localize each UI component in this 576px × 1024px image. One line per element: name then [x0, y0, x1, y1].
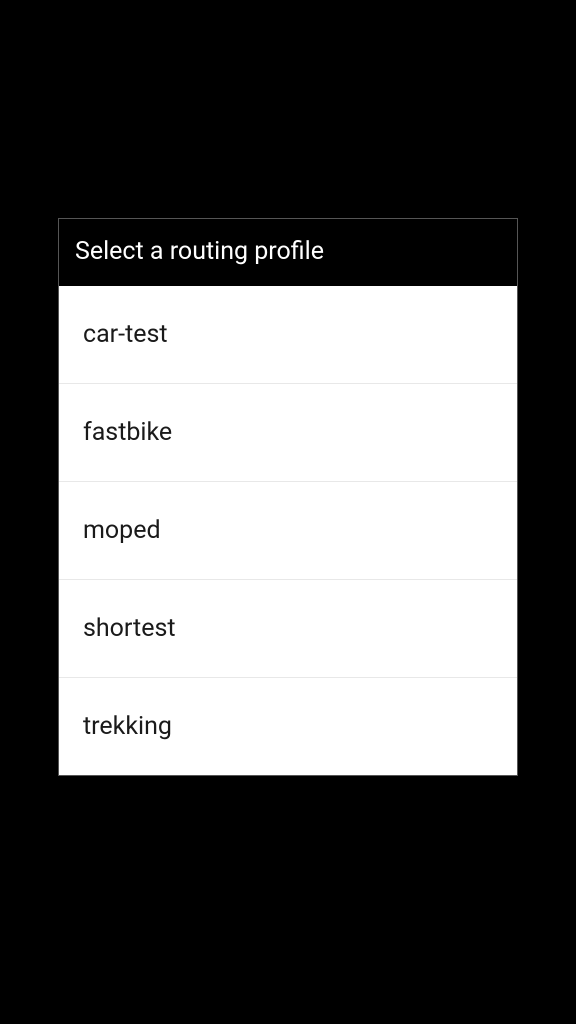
list-item-label: moped: [83, 516, 161, 545]
list-item-moped[interactable]: moped: [59, 482, 517, 580]
list-item-trekking[interactable]: trekking: [59, 678, 517, 775]
dialog-header: Select a routing profile: [59, 219, 517, 286]
list-item-label: shortest: [83, 614, 176, 643]
list-item-shortest[interactable]: shortest: [59, 580, 517, 678]
dialog-title: Select a routing profile: [75, 237, 501, 266]
list-item-label: fastbike: [83, 418, 172, 447]
list-item-car-test[interactable]: car-test: [59, 286, 517, 384]
list-item-label: trekking: [83, 712, 172, 741]
routing-profile-dialog: Select a routing profile car-test fastbi…: [58, 218, 518, 776]
list-item-label: car-test: [83, 320, 168, 349]
list-item-fastbike[interactable]: fastbike: [59, 384, 517, 482]
